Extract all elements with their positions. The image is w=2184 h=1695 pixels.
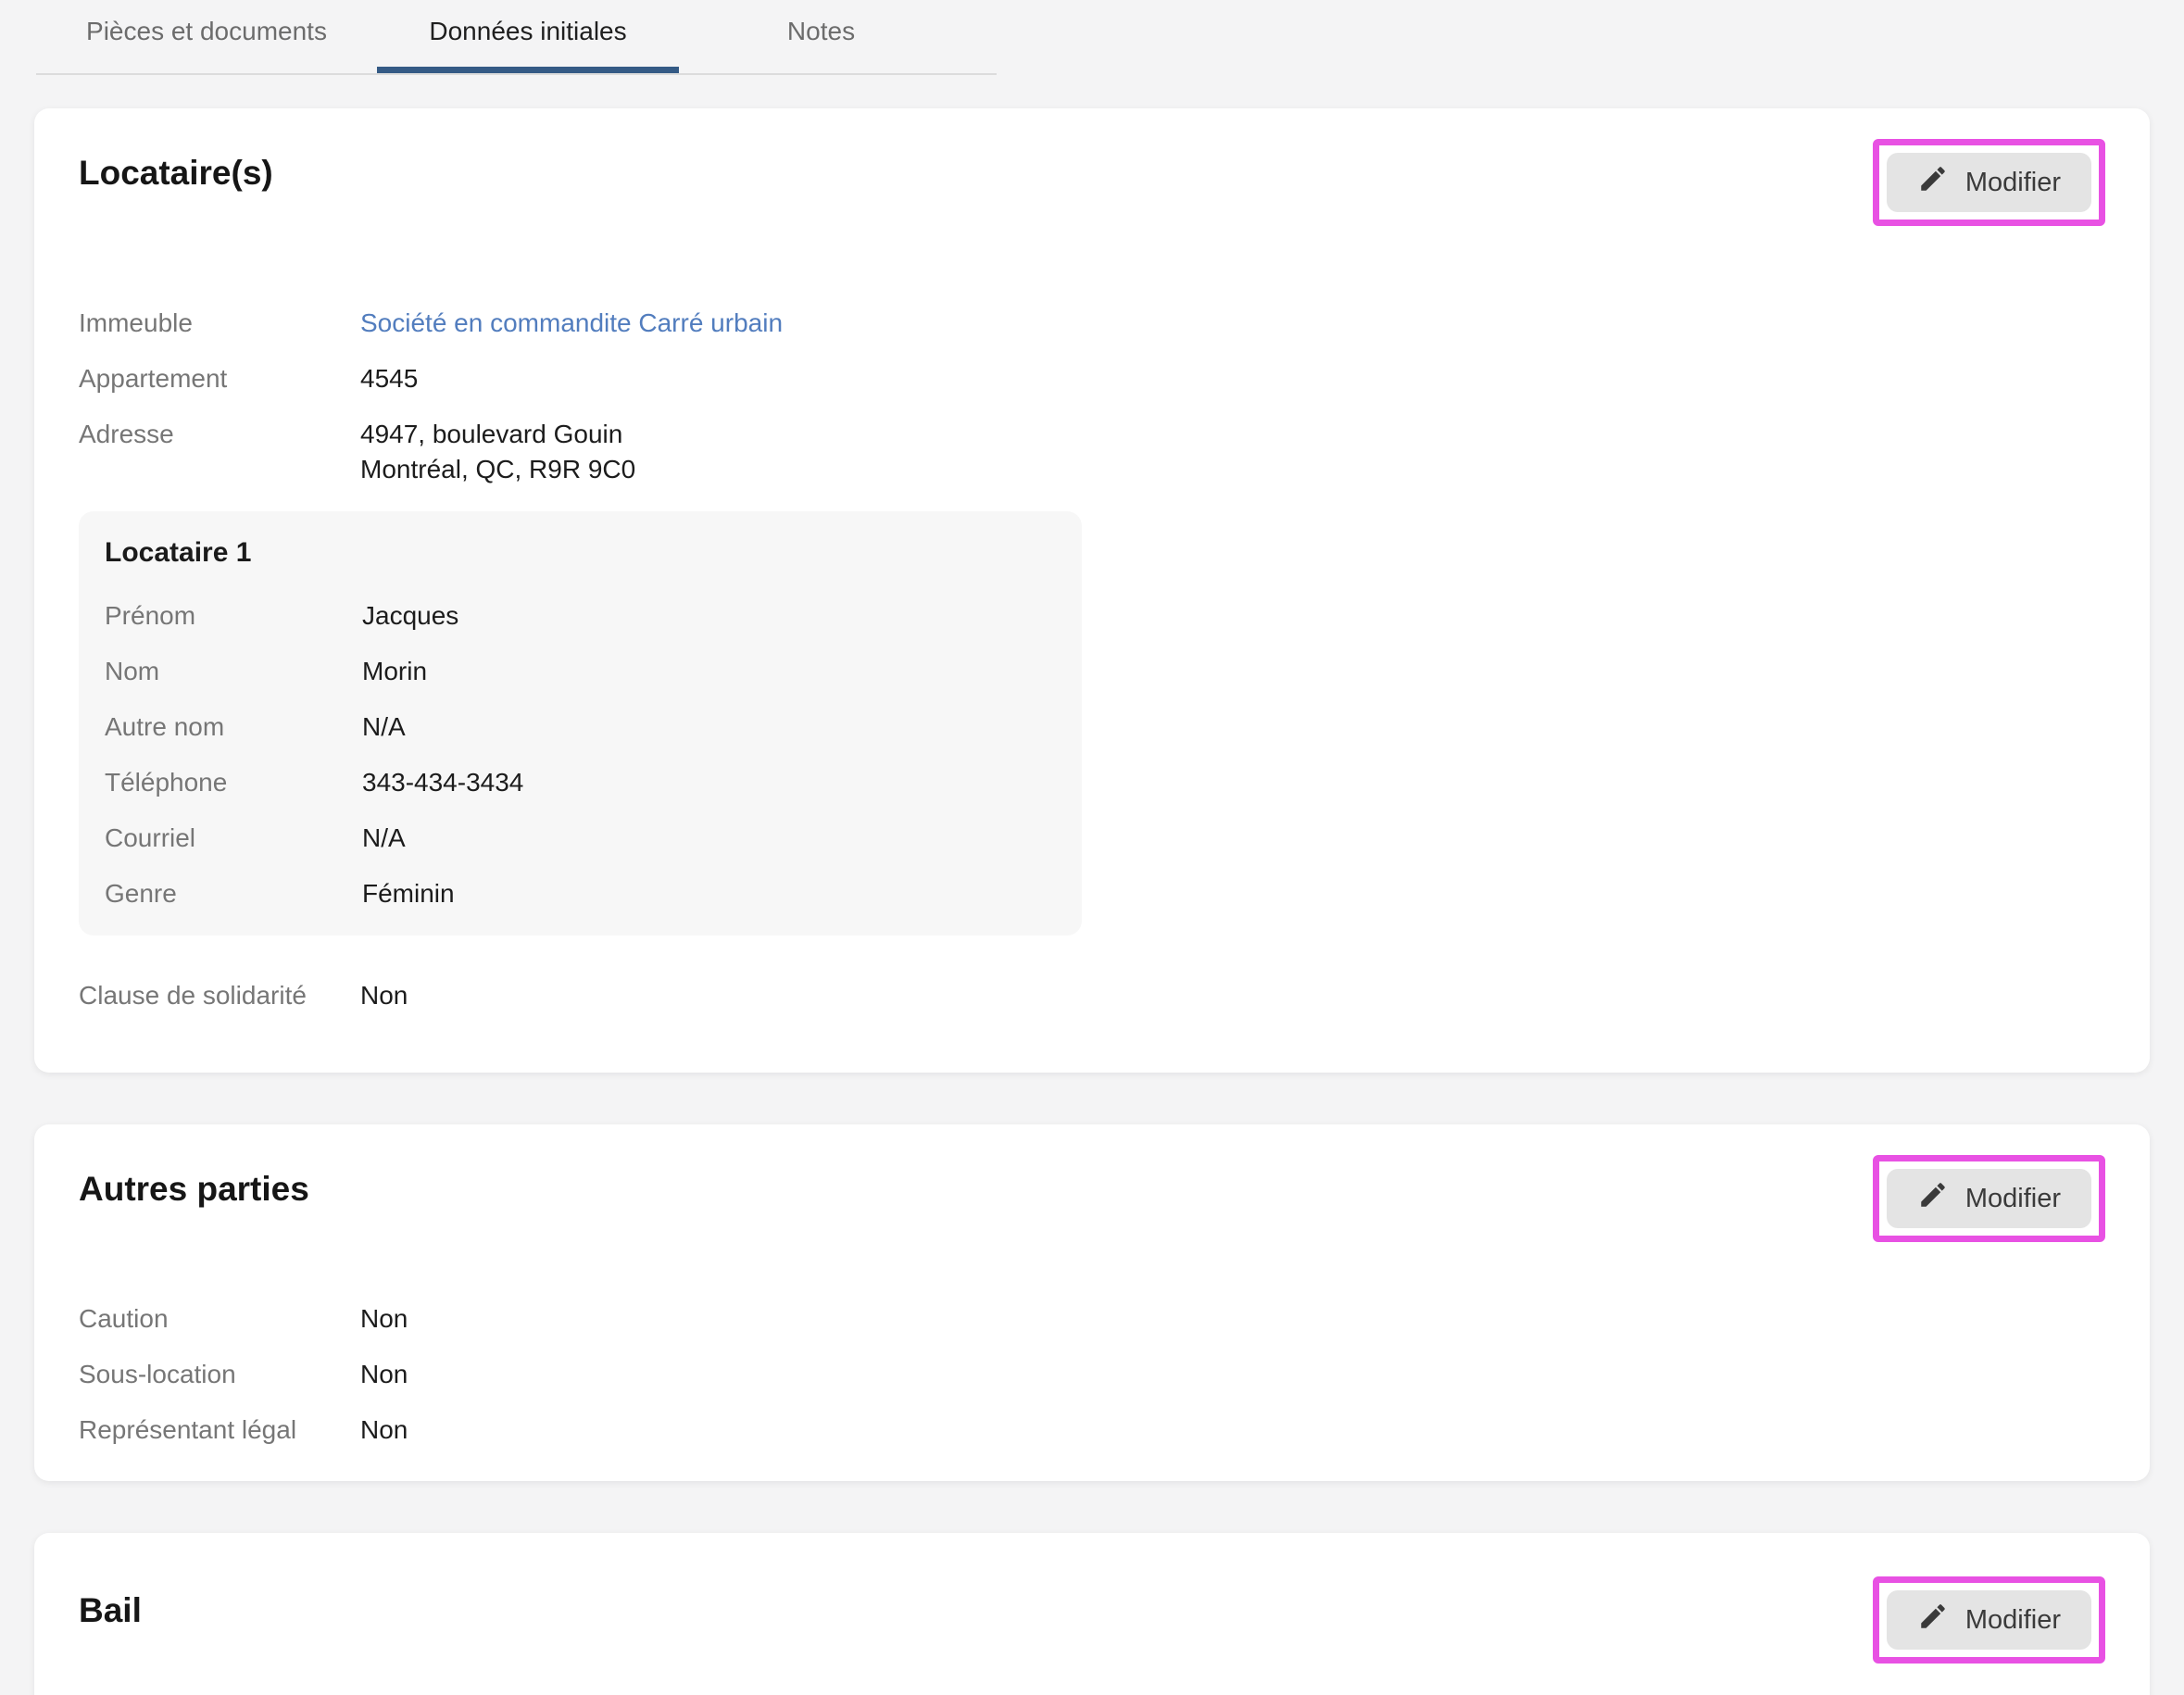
- field-row-sous-location: Sous-location Non: [79, 1357, 2105, 1392]
- bail-card-header: Bail Modifier: [79, 1590, 2105, 1664]
- pencil-icon: [1917, 1601, 1949, 1639]
- pencil-icon: [1917, 1179, 1949, 1218]
- autres-parties-card: Autres parties Modifier Caution Non Sous…: [34, 1124, 2150, 1481]
- field-label: Prénom: [105, 598, 362, 634]
- field-label: Sous-location: [79, 1357, 360, 1392]
- address-line-2: Montréal, QC, R9R 9C0: [360, 452, 635, 487]
- locataire-1-title: Locataire 1: [105, 535, 1056, 571]
- bail-title: Bail: [79, 1590, 142, 1631]
- field-label: Adresse: [79, 417, 360, 487]
- modifier-button-label: Modifier: [1965, 168, 2061, 198]
- field-value: Non: [360, 1357, 408, 1392]
- tab-donnees-initiales[interactable]: Données initiales: [377, 0, 679, 73]
- tab-notes[interactable]: Notes: [679, 0, 963, 73]
- field-row-immeuble: Immeuble Société en commandite Carré urb…: [79, 306, 2105, 341]
- field-row-prenom: Prénom Jacques: [105, 598, 1056, 634]
- immeuble-link[interactable]: Société en commandite Carré urbain: [360, 306, 783, 341]
- locataires-title: Locataire(s): [79, 153, 273, 194]
- field-value: Non: [360, 1301, 408, 1337]
- field-row-courriel: Courriel N/A: [105, 821, 1056, 856]
- modifier-locataires-button[interactable]: Modifier: [1887, 153, 2091, 212]
- locataires-card: Locataire(s) Modifier Immeuble Société e…: [34, 108, 2150, 1073]
- field-value: Non: [360, 1412, 408, 1448]
- field-label: Appartement: [79, 361, 360, 396]
- field-row-nom: Nom Morin: [105, 654, 1056, 689]
- bail-card: Bail Modifier: [34, 1533, 2150, 1695]
- autres-parties-card-header: Autres parties Modifier: [79, 1169, 2105, 1242]
- field-label: Représentant légal: [79, 1412, 360, 1448]
- field-row-autre-nom: Autre nom N/A: [105, 709, 1056, 745]
- field-value: 343-434-3434: [362, 765, 523, 800]
- field-label: Immeuble: [79, 306, 360, 341]
- field-row-caution: Caution Non: [79, 1301, 2105, 1337]
- autres-parties-title: Autres parties: [79, 1169, 309, 1210]
- field-value: 4947, boulevard Gouin Montréal, QC, R9R …: [360, 417, 635, 487]
- modifier-button-label: Modifier: [1965, 1184, 2061, 1214]
- field-label: Téléphone: [105, 765, 362, 800]
- annotation-highlight-box: Modifier: [1873, 1576, 2105, 1664]
- field-label: Autre nom: [105, 709, 362, 745]
- field-value: Non: [360, 978, 408, 1013]
- field-row-genre: Genre Féminin: [105, 876, 1056, 911]
- tab-pieces-et-documents[interactable]: Pièces et documents: [36, 0, 377, 73]
- field-row-appartement: Appartement 4545: [79, 361, 2105, 396]
- field-label: Caution: [79, 1301, 360, 1337]
- field-row-adresse: Adresse 4947, boulevard Gouin Montréal, …: [79, 417, 2105, 487]
- modifier-bail-button[interactable]: Modifier: [1887, 1590, 2091, 1650]
- field-label: Clause de solidarité: [79, 978, 360, 1013]
- field-value: Féminin: [362, 876, 455, 911]
- address-line-1: 4947, boulevard Gouin: [360, 417, 635, 452]
- field-value: Jacques: [362, 598, 458, 634]
- field-row-telephone: Téléphone 343-434-3434: [105, 765, 1056, 800]
- field-label: Genre: [105, 876, 362, 911]
- field-value: N/A: [362, 821, 406, 856]
- field-label: Nom: [105, 654, 362, 689]
- field-value: 4545: [360, 361, 418, 396]
- annotation-highlight-box: Modifier: [1873, 1155, 2105, 1242]
- locataires-card-header: Locataire(s) Modifier: [79, 153, 2105, 226]
- field-row-representant-legal: Représentant légal Non: [79, 1412, 2105, 1448]
- field-label: Courriel: [105, 821, 362, 856]
- modifier-button-label: Modifier: [1965, 1605, 2061, 1636]
- field-value: N/A: [362, 709, 406, 745]
- field-row-clause-solidarite: Clause de solidarité Non: [79, 978, 2105, 1013]
- field-value: Morin: [362, 654, 427, 689]
- locataire-1-card: Locataire 1 Prénom Jacques Nom Morin Aut…: [79, 511, 1082, 935]
- tab-bar: Pièces et documents Données initiales No…: [36, 0, 997, 75]
- annotation-highlight-box: Modifier: [1873, 139, 2105, 226]
- modifier-autres-parties-button[interactable]: Modifier: [1887, 1169, 2091, 1228]
- pencil-icon: [1917, 163, 1949, 202]
